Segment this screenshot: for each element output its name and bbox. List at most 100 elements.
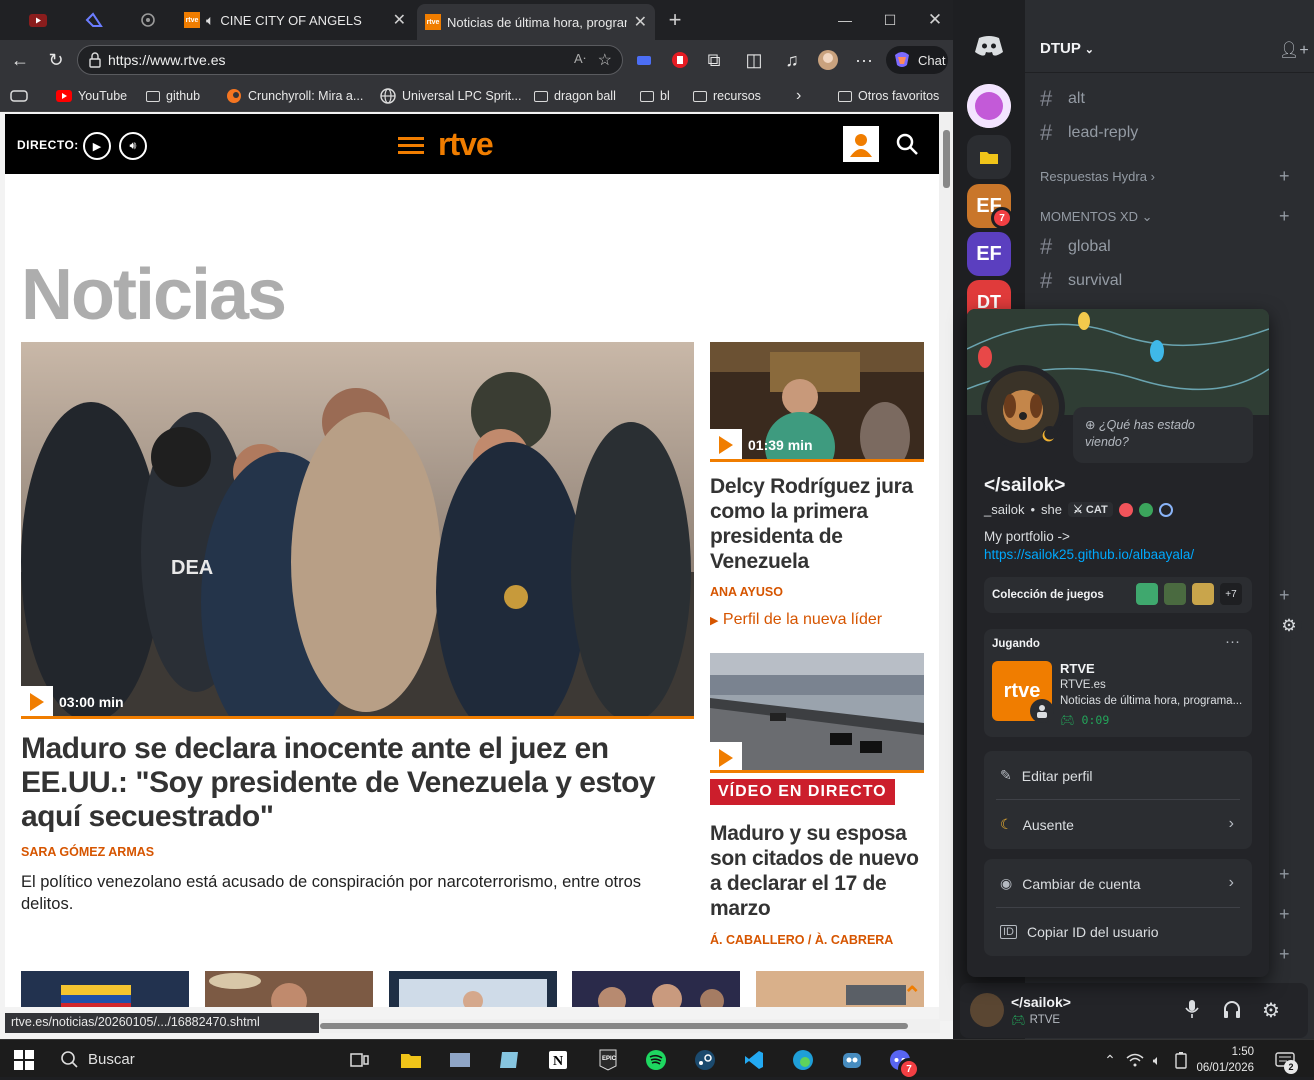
notion-icon[interactable]: N	[545, 1047, 571, 1073]
channel-global[interactable]: # global	[1040, 234, 1111, 260]
channel-alt[interactable]: # alt	[1040, 86, 1085, 112]
bookmark-github[interactable]: github	[146, 87, 200, 105]
add-channel-icon[interactable]: +	[1279, 206, 1290, 227]
address-bar[interactable]: https://www.rtve.es Aᐧ ☆	[77, 45, 623, 75]
games-more-count[interactable]: +7	[1220, 583, 1242, 605]
live-volume-button[interactable]: 🔊︎	[119, 132, 147, 160]
battery-icon[interactable]	[1168, 1047, 1194, 1073]
bookmark-crunchyroll[interactable]: Crunchyroll: Mira a...	[226, 87, 363, 105]
file-explorer-icon[interactable]	[398, 1047, 424, 1073]
bookmark-other-favorites[interactable]: Otros favoritos	[838, 87, 939, 105]
thumbnail-5[interactable]	[756, 971, 924, 1007]
vscode-icon[interactable]	[741, 1047, 767, 1073]
add-channel-icon[interactable]: +	[1279, 904, 1290, 925]
speaker-icon[interactable]: 🔈︎	[206, 12, 214, 29]
close-window-button[interactable]: ✕	[912, 0, 953, 40]
bookmark-dragon-ball[interactable]: dragon ball	[534, 87, 616, 105]
main-video-duration[interactable]: 03:00 min	[21, 686, 124, 718]
game-collection-card[interactable]: Colección de juegos +7	[984, 577, 1252, 613]
game-icon[interactable]	[1164, 583, 1186, 605]
channel-lead-reply[interactable]: # lead-reply	[1040, 120, 1138, 146]
gear-icon[interactable]: ⚙︎	[1262, 998, 1280, 1023]
taskbar-search[interactable]: Buscar	[50, 1044, 336, 1074]
discord-home-button[interactable]	[967, 24, 1011, 68]
favorite-star-icon[interactable]: ☆	[598, 50, 612, 70]
side2-news-image[interactable]	[710, 653, 924, 770]
godot-icon[interactable]	[839, 1047, 865, 1073]
bookmark-bl[interactable]: bl	[640, 87, 670, 105]
vertical-scroll-thumb[interactable]	[943, 130, 950, 188]
channel-survival[interactable]: # survival	[1040, 268, 1122, 294]
back-button[interactable]: ←	[6, 46, 34, 74]
side1-video-duration[interactable]: 01:39 min	[710, 429, 813, 461]
side2-headline[interactable]: Maduro y su esposa son citados de nuevo …	[710, 821, 928, 921]
server-team-experiments[interactable]	[967, 84, 1011, 128]
settings-more-icon[interactable]: ···	[850, 46, 878, 74]
steam-icon[interactable]	[692, 1047, 718, 1073]
tray-overflow-chevron-icon[interactable]: ⌃	[1097, 1047, 1123, 1073]
badge-hashtag-icon[interactable]	[1138, 502, 1153, 517]
tab-cine[interactable]: rtve 🔈︎ CINE CITY OF ANGELS ✕	[176, 6, 414, 34]
game-icon[interactable]	[1136, 583, 1158, 605]
thumbnail-2[interactable]	[205, 971, 373, 1007]
app-notes-icon[interactable]	[496, 1047, 522, 1073]
add-channel-icon[interactable]: +	[1279, 585, 1290, 606]
add-channel-icon[interactable]: +	[1279, 944, 1290, 965]
adblock-icon[interactable]	[666, 46, 694, 74]
server-folder[interactable]	[967, 135, 1011, 179]
main-news-image[interactable]: DEA	[21, 342, 694, 716]
status-away-item[interactable]: ☾ Ausente	[1000, 816, 1244, 833]
custom-status-bubble[interactable]: ⊕ ¿Qué has estado viendo?	[1073, 407, 1253, 463]
more-options-icon[interactable]: ···	[1225, 633, 1240, 650]
main-headline[interactable]: Maduro se declara inocente ante el juez …	[21, 732, 681, 834]
tab-chatgpt[interactable]	[128, 6, 168, 34]
extensions-puzzle-icon[interactable]: ⧉	[700, 46, 728, 74]
refresh-button[interactable]: ↻	[42, 46, 70, 74]
vertical-scrollbar[interactable]	[939, 114, 953, 1021]
maximize-button[interactable]: ☐	[867, 0, 913, 40]
game-icon[interactable]	[1192, 583, 1214, 605]
microphone-icon[interactable]	[1184, 999, 1200, 1019]
side1-related-link[interactable]: ▶ Perfil de la nueva líder	[710, 611, 882, 629]
user-account-button[interactable]	[843, 126, 879, 162]
start-button[interactable]	[11, 1047, 37, 1073]
spotify-icon[interactable]	[643, 1047, 669, 1073]
collections-icon[interactable]: ♫	[778, 46, 806, 74]
play-icon[interactable]	[710, 429, 742, 461]
thumbnail-1[interactable]	[21, 971, 189, 1007]
user-avatar[interactable]	[970, 993, 1004, 1027]
epic-games-icon[interactable]: EPIC	[595, 1047, 621, 1073]
category-respuestas-hydra[interactable]: Respuestas Hydra ›	[1040, 169, 1155, 184]
bookmarks-overflow-chevron-icon[interactable]: ›	[796, 87, 801, 105]
search-button[interactable]	[895, 132, 919, 156]
server-ef-2[interactable]: EF	[967, 232, 1011, 276]
copy-user-id-item[interactable]: ID Copiar ID del usuario	[1000, 924, 1159, 940]
read-aloud-icon[interactable]: Aᐧ	[574, 51, 586, 67]
edit-profile-item[interactable]: ✎ Editar perfil	[1000, 767, 1093, 784]
side1-author[interactable]: ANA AYUSO	[710, 585, 783, 599]
main-author[interactable]: SARA GÓMEZ ARMAS	[21, 845, 154, 859]
bookmark-lpc[interactable]: Universal LPC Sprit...	[380, 87, 521, 105]
new-tab-button[interactable]: +	[660, 0, 690, 40]
task-view-icon[interactable]	[347, 1047, 373, 1073]
panel-username[interactable]: </sailok>	[1011, 994, 1071, 1010]
activity-card[interactable]: Jugando ··· rtve RTVE RTVE.es Noticias d…	[984, 629, 1252, 737]
badge-icon[interactable]	[1118, 502, 1133, 517]
server-name[interactable]: DTUP ⌄	[1040, 40, 1094, 57]
switch-account-item[interactable]: ◉ Cambiar de cuenta	[1000, 875, 1141, 892]
bookmark-recursos[interactable]: recursos	[693, 87, 761, 105]
volume-icon[interactable]: 🔈︎	[1144, 1047, 1170, 1073]
bookmark-collections[interactable]	[10, 87, 28, 105]
rtve-logo[interactable]: rtve	[398, 126, 494, 163]
app-photos-icon[interactable]	[447, 1047, 473, 1073]
minimize-button[interactable]: —	[822, 0, 868, 40]
add-channel-icon[interactable]: +	[1279, 166, 1290, 187]
system-clock[interactable]: 1:50 06/01/2026	[1194, 1044, 1254, 1076]
menu-icon[interactable]	[398, 135, 424, 155]
side2-author[interactable]: Á. CABALLERO / À. CABRERA	[710, 933, 893, 947]
thumbnail-3[interactable]	[389, 971, 557, 1007]
bookmark-youtube[interactable]: YouTube	[56, 87, 127, 105]
profile-avatar[interactable]	[981, 365, 1065, 449]
split-screen-icon[interactable]: ◫	[740, 46, 768, 74]
invite-user-icon[interactable]: 👤︎+	[1279, 40, 1309, 60]
